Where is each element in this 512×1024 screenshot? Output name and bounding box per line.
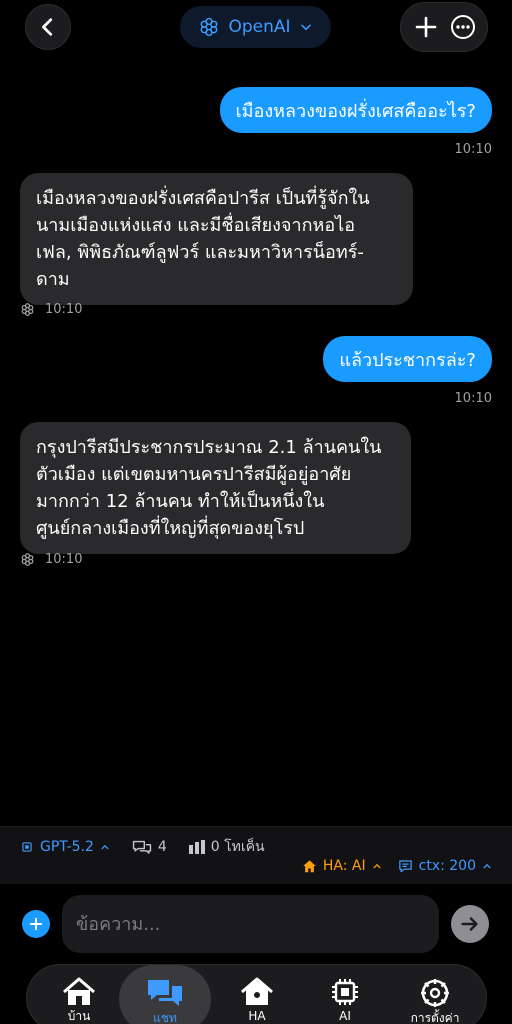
more-icon (450, 15, 475, 39)
model-name: OpenAI (228, 17, 291, 37)
chip-icon (332, 979, 358, 1005)
arrow-right-icon (461, 917, 478, 931)
model-selector[interactable]: OpenAI (180, 6, 331, 48)
ha-mode-selector[interactable]: HA: AI (302, 858, 382, 874)
nav-item-chat[interactable]: แชท (119, 965, 211, 1024)
chevron-up-icon (373, 863, 381, 869)
openai-logo-icon (201, 17, 218, 37)
back-icon (42, 18, 53, 36)
plus-icon (415, 16, 436, 38)
nav-item-settings[interactable]: การตั้งค่า (389, 965, 481, 1024)
user-message[interactable]: เมืองหลวงของฝรั่งเศสคืออะไร? (219, 87, 492, 133)
message-time: 10:10 (454, 142, 492, 157)
bottom-nav: บ้าน แชท HA AI การตั้งค่า (26, 964, 487, 1024)
message-time: 10:10 (454, 391, 492, 406)
nav-item-home[interactable]: บ้าน (33, 965, 125, 1024)
assistant-meta: 10:10 (20, 552, 82, 567)
context-selector[interactable]: ctx: 200 (398, 858, 492, 874)
message-time: 10:10 (45, 552, 83, 567)
message-line: ตัวเมือง แต่เขตมหานครปารีสมีผู้อยู่อาศัย (36, 464, 352, 485)
status-conversations: 4 (132, 839, 167, 855)
assistant-message[interactable]: เมืองหลวงของฝรั่งเศสคือปารีส เป็นที่รู้จ… (20, 173, 413, 305)
nav-item-ai[interactable]: AI (299, 965, 391, 1024)
openai-logo-icon (21, 303, 34, 316)
new-chat-button[interactable] (407, 8, 444, 46)
attach-button[interactable] (22, 910, 50, 938)
header-actions (400, 2, 488, 52)
openai-logo-icon (21, 553, 34, 566)
message-text: แล้วประชากรล่ะ? (339, 349, 476, 371)
user-message[interactable]: แล้วประชากรล่ะ? (323, 336, 492, 382)
chat-icon (148, 980, 182, 1006)
assistant-meta: 10:10 (20, 302, 82, 317)
nav-item-ha[interactable]: HA (211, 965, 303, 1024)
send-button[interactable] (451, 905, 489, 943)
message-line: ดาม (36, 269, 70, 290)
more-button[interactable] (444, 8, 481, 46)
status-model-selector[interactable]: GPT-5.2 (20, 839, 110, 855)
message-icon (398, 860, 412, 873)
chevron-up-icon (101, 844, 109, 850)
message-line: เมืองหลวงของฝรั่งเศสคือปารีส เป็นที่รู้จ… (36, 188, 370, 209)
message-line: นามเมืองแห่งแสง และมีชื่อเสียงจากหอไอ (36, 215, 356, 236)
status-model: GPT-5.2 (40, 839, 94, 855)
home-assistant-icon (241, 977, 273, 1005)
message-text: เมืองหลวงของฝรั่งเศสคืออะไร? (235, 100, 477, 122)
message-line: ศูนย์กลางเมืองที่ใหญ่ที่สุดของยุโรป (36, 518, 305, 539)
message-line: กรุงปารีสมีประชากรประมาณ 2.1 ล้านคนใน (36, 437, 382, 458)
message-time: 10:10 (45, 302, 83, 317)
settings-icon (421, 979, 449, 1007)
chip-icon (22, 842, 32, 852)
status-tokens: 0 โทเค็น (188, 836, 265, 858)
bar-chart-icon (188, 840, 205, 854)
chevron-down-icon (300, 24, 311, 31)
back-button[interactable] (25, 4, 71, 50)
chevron-up-icon (483, 863, 491, 869)
message-line: เฟล, พิพิธภัณฑ์ลูฟวร์ และมหาวิหารน็อทร์- (36, 242, 364, 263)
status-bar: GPT-5.2 4 0 โทเค็น HA: AI ctx: 200 (0, 826, 512, 884)
message-input[interactable] (62, 895, 439, 953)
home-icon (303, 860, 316, 873)
plus-icon (29, 917, 43, 931)
message-line: มากกว่า 12 ล้านคน ทำให้เป็นหนึ่งใน (36, 491, 325, 512)
home-icon (63, 977, 95, 1005)
assistant-message[interactable]: กรุงปารีสมีประชากรประมาณ 2.1 ล้านคนใน ตั… (20, 422, 411, 554)
chat-bubbles-icon (132, 840, 152, 854)
